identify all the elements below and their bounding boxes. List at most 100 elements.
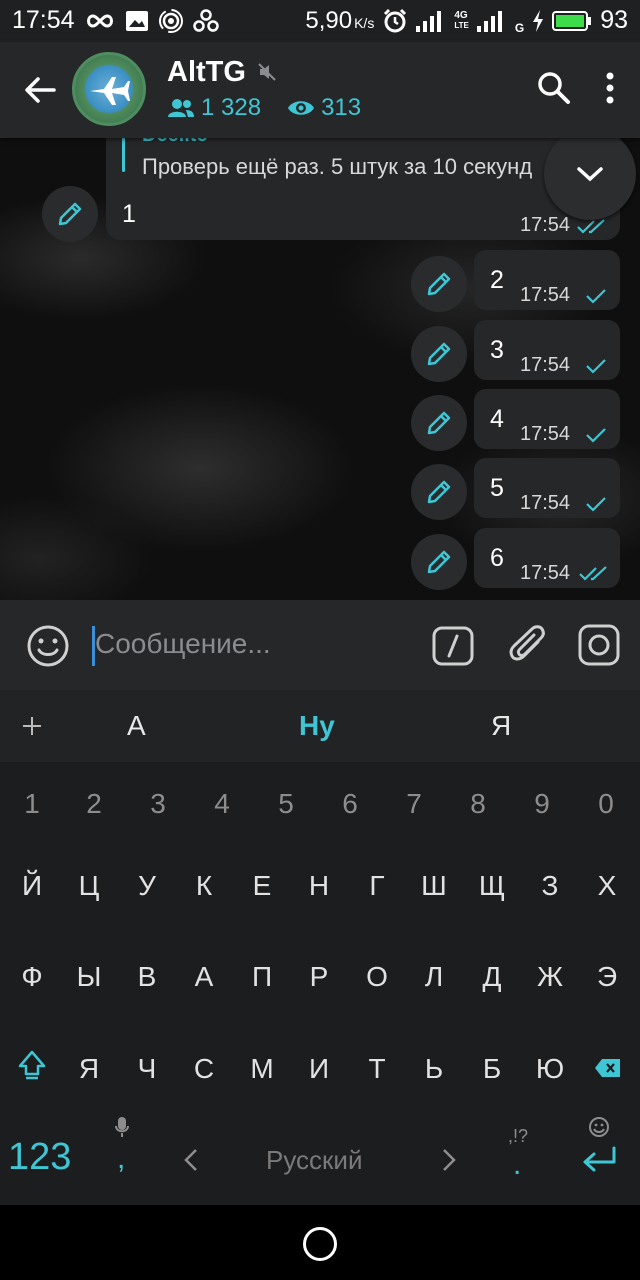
network-lte-label: LTE	[454, 20, 469, 30]
suggestion-strip: А Ну Я	[0, 690, 640, 762]
key-letter[interactable]: А	[177, 947, 231, 1007]
message-bubble[interactable]: 4 17:54	[474, 389, 620, 449]
period-key[interactable]: .	[513, 1148, 521, 1182]
message-bubble[interactable]: 3 17:54	[474, 320, 620, 380]
key-letter[interactable]: И	[292, 1039, 346, 1099]
key-letter[interactable]: Щ	[465, 856, 519, 916]
cursor-right-icon[interactable]	[442, 1148, 456, 1172]
message-bubble[interactable]: Deelite Проверь ещё раз. 5 штук за 10 се…	[106, 138, 620, 240]
key-letter[interactable]: Н	[292, 856, 346, 916]
pencil-icon	[427, 272, 451, 296]
key-letter[interactable]: Ы	[62, 947, 116, 1007]
key-letter[interactable]: П	[235, 947, 289, 1007]
emoji-icon[interactable]	[26, 624, 70, 668]
edit-pencil-button[interactable]	[411, 464, 467, 520]
key-letter[interactable]: Г	[350, 856, 404, 916]
key-letter[interactable]: Ф	[5, 947, 59, 1007]
hotspot-icon	[158, 8, 183, 33]
plus-icon[interactable]	[22, 716, 42, 736]
shift-arrow-icon[interactable]	[17, 1049, 47, 1081]
key-letter[interactable]: Л	[407, 947, 461, 1007]
key-letter[interactable]: В	[120, 947, 174, 1007]
key-letter[interactable]: М	[235, 1039, 289, 1099]
channel-avatar[interactable]	[72, 52, 146, 126]
key-letter[interactable]: Ц	[62, 856, 116, 916]
home-button[interactable]	[303, 1227, 337, 1261]
infinity-icon	[86, 13, 113, 28]
mode-123-key[interactable]: 123	[8, 1136, 71, 1179]
message-bubble[interactable]: 5 17:54	[474, 458, 620, 518]
key-letter[interactable]: У	[120, 856, 174, 916]
key-letter[interactable]: Ь	[407, 1039, 461, 1099]
backspace-icon[interactable]	[594, 1058, 622, 1078]
muted-icon	[258, 63, 276, 81]
key-letter[interactable]: Е	[235, 856, 289, 916]
key-8[interactable]: 8	[451, 774, 505, 834]
signal-icon-2	[476, 10, 502, 32]
attach-paperclip-icon[interactable]	[508, 624, 548, 668]
message-time: 17:54	[520, 423, 571, 445]
key-3[interactable]: 3	[131, 774, 185, 834]
message-text: 4	[490, 405, 504, 433]
comma-key[interactable]: ,	[117, 1142, 125, 1176]
network-sync-icon	[192, 8, 219, 32]
space-bar[interactable]: Русский	[266, 1145, 362, 1176]
mic-icon[interactable]	[114, 1116, 130, 1138]
suggestion-right[interactable]: Я	[491, 710, 511, 742]
status-bar: 17:54 5,90 K/s 4G LTE G 93	[0, 0, 640, 42]
keyboard: А Ну Я 1 2 3 4 5 6 7 8 9 0 Й Ц У К Е Н Г…	[0, 690, 640, 1205]
key-1[interactable]: 1	[5, 774, 59, 834]
channel-title[interactable]: AltTG	[167, 56, 246, 89]
chat-area[interactable]: Deelite Проверь ещё раз. 5 штук за 10 се…	[0, 138, 640, 600]
edit-pencil-button[interactable]	[411, 534, 467, 590]
back-arrow-icon[interactable]	[20, 70, 60, 110]
enter-icon[interactable]	[580, 1146, 618, 1176]
key-7[interactable]: 7	[387, 774, 441, 834]
key-5[interactable]: 5	[259, 774, 313, 834]
edit-pencil-button[interactable]	[411, 326, 467, 382]
emoji-key-icon[interactable]	[588, 1116, 610, 1138]
member-count: 1 328	[201, 94, 262, 121]
key-0[interactable]: 0	[579, 774, 633, 834]
key-2[interactable]: 2	[67, 774, 121, 834]
edit-pencil-button[interactable]	[411, 395, 467, 451]
suggestion-left[interactable]: А	[127, 710, 146, 742]
key-letter[interactable]: О	[350, 947, 404, 1007]
key-letter[interactable]: З	[523, 856, 577, 916]
message-bubble[interactable]: 2 17:54	[474, 250, 620, 310]
pencil-icon	[427, 480, 451, 504]
key-4[interactable]: 4	[195, 774, 249, 834]
key-letter[interactable]: Х	[580, 856, 634, 916]
more-vert-icon[interactable]	[600, 70, 620, 106]
key-letter[interactable]: Ш	[407, 856, 461, 916]
scroll-down-button[interactable]	[544, 138, 636, 220]
edit-pencil-button[interactable]	[42, 186, 98, 242]
key-letter[interactable]: Ч	[120, 1039, 174, 1099]
search-icon[interactable]	[536, 70, 572, 106]
key-9[interactable]: 9	[515, 774, 569, 834]
message-input[interactable]: Сообщение...	[95, 628, 271, 660]
single-check-icon	[586, 428, 606, 443]
message-bubble[interactable]: 6 17:54	[474, 528, 620, 588]
key-letter[interactable]: Б	[465, 1039, 519, 1099]
key-letter[interactable]: К	[177, 856, 231, 916]
message-text: 5	[490, 474, 504, 502]
key-letter[interactable]: Ю	[523, 1039, 577, 1099]
key-6[interactable]: 6	[323, 774, 377, 834]
key-letter[interactable]: С	[177, 1039, 231, 1099]
suggestion-center[interactable]: Ну	[299, 710, 335, 742]
pencil-icon	[58, 202, 82, 226]
view-count: 313	[321, 94, 362, 121]
bot-commands-icon[interactable]	[432, 626, 474, 666]
key-letter[interactable]: Й	[5, 856, 59, 916]
battery-percent: 93	[600, 6, 628, 34]
camera-icon[interactable]	[578, 624, 620, 666]
key-letter[interactable]: Т	[350, 1039, 404, 1099]
key-letter[interactable]: Ж	[523, 947, 577, 1007]
cursor-left-icon[interactable]	[184, 1148, 198, 1172]
key-letter[interactable]: Э	[580, 947, 634, 1007]
key-letter[interactable]: Я	[62, 1039, 116, 1099]
edit-pencil-button[interactable]	[411, 256, 467, 312]
key-letter[interactable]: Д	[465, 947, 519, 1007]
key-letter[interactable]: Р	[292, 947, 346, 1007]
